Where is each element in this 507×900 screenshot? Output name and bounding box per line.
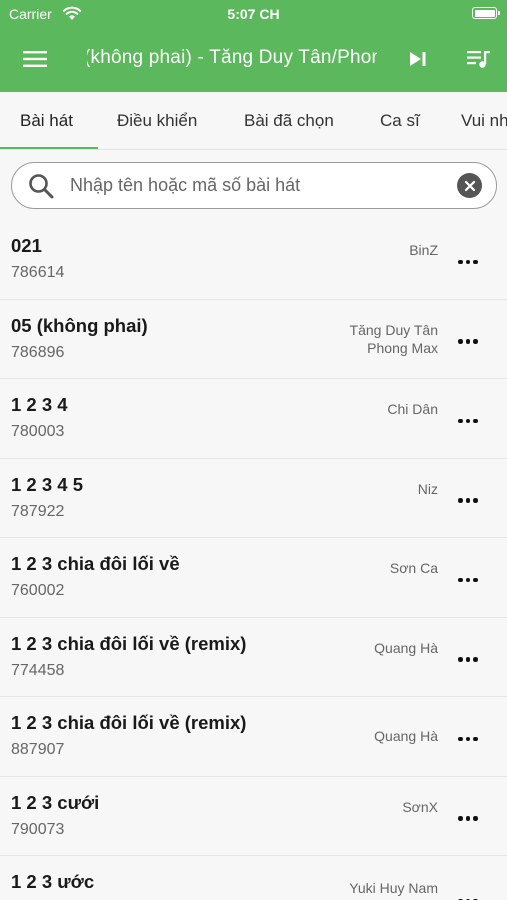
song-artist: Tăng Duy Tân Phong Max (349, 321, 438, 356)
tab-bar: Bài hát Điều khiển Bài đã chọn Ca sĩ Vui… (0, 92, 507, 150)
song-title: 1 2 3 4 5 (11, 473, 84, 495)
now-playing-title: (không phai) - Tăng Duy Tân/Phong Max (87, 47, 377, 68)
more-horizontal-icon (457, 251, 480, 269)
song-artist: Niz (417, 480, 438, 497)
tab-fun[interactable]: Vui nhộn (461, 111, 507, 131)
more-options-button[interactable] (450, 247, 486, 273)
song-title: 05 (không phai) (11, 314, 148, 336)
more-horizontal-icon (457, 890, 480, 900)
tab-singers[interactable]: Ca sĩ (380, 111, 420, 131)
song-row[interactable]: 1 2 3 4 5 787922 Niz (0, 458, 507, 538)
song-code: 887907 (11, 741, 65, 758)
song-artist: BinZ (409, 242, 438, 258)
song-title: 1 2 3 chia đôi lối về (remix) (11, 632, 247, 654)
song-title: 1 2 3 cưới (11, 791, 100, 813)
status-bar: Carrier 5:07 CH (0, 0, 507, 28)
more-horizontal-icon (457, 728, 480, 746)
song-title: 1 2 3 chia đôi lối về (remix) (11, 712, 247, 733)
song-title: 1 2 3 chia đôi lối về (11, 553, 180, 574)
clock: 5:07 CH (227, 6, 280, 22)
more-options-button[interactable] (450, 406, 486, 432)
song-title: 1 2 3 ước (11, 871, 95, 892)
song-code: 774458 (11, 661, 65, 679)
song-artist: Quang Hà (374, 639, 438, 656)
more-horizontal-icon (457, 490, 480, 508)
song-code: 786896 (11, 343, 65, 361)
song-code: 790073 (11, 820, 65, 838)
close-icon (464, 180, 475, 191)
clear-search-button[interactable] (457, 173, 482, 198)
song-list: 021 786614 BinZ 05 (không phai) 786896 T… (0, 220, 507, 900)
song-row[interactable]: 1 2 3 chia đôi lối về (remix) 774458 Qua… (0, 617, 507, 697)
song-row[interactable]: 1 2 3 chia đôi lối về (remix) 887907 Qua… (0, 697, 507, 777)
tab-songs[interactable]: Bài hát (20, 111, 73, 131)
nav-bar: (không phai) - Tăng Duy Tân/Phong Max (0, 28, 507, 92)
song-code: 786614 (11, 264, 65, 281)
song-title: 1 2 3 4 (11, 394, 68, 415)
song-code: 787922 (11, 502, 65, 520)
more-options-button[interactable] (450, 804, 486, 830)
more-options-button[interactable] (450, 645, 486, 671)
song-code: 760002 (11, 582, 65, 599)
menu-button[interactable] (16, 44, 54, 74)
next-song-button[interactable] (400, 44, 436, 74)
tab-controls[interactable]: Điều khiển (117, 111, 197, 131)
search-icon (29, 174, 54, 199)
more-horizontal-icon (457, 649, 480, 667)
song-artist: Sơn Ca (389, 560, 438, 576)
more-options-button[interactable] (450, 486, 486, 512)
search-box (11, 162, 497, 209)
more-options-button[interactable] (450, 886, 486, 900)
hamburger-icon (23, 51, 47, 67)
song-title: 021 (11, 235, 42, 256)
queue-button[interactable] (460, 44, 498, 74)
song-row[interactable]: 1 2 3 chia đôi lối về 760002 Sơn Ca (0, 538, 507, 618)
song-row[interactable]: 1 2 3 cưới 790073 SơnX (0, 776, 507, 856)
more-horizontal-icon (457, 410, 480, 428)
playlist-music-icon (467, 51, 490, 68)
more-options-button[interactable] (450, 327, 486, 353)
song-row[interactable]: 1 2 3 ước Yuki Huy Nam (0, 856, 507, 900)
battery-icon (472, 7, 500, 19)
song-row[interactable]: 1 2 3 4 780003 Chi Dân (0, 379, 507, 459)
search-area (0, 150, 507, 222)
song-row[interactable]: 05 (không phai) 786896 Tăng Duy Tân Phong… (0, 299, 507, 379)
now-playing-marquee: (không phai) - Tăng Duy Tân/Phong Max (87, 46, 377, 72)
more-horizontal-icon (457, 331, 480, 349)
tab-selected-songs[interactable]: Bài đã chọn (244, 111, 334, 131)
song-artist: Chi Dân (387, 401, 438, 417)
song-artist: Quang Hà (374, 728, 438, 744)
top-bar: Carrier 5:07 CH (không phai) - Tăng Duy … (0, 0, 507, 92)
more-options-button[interactable] (450, 565, 486, 591)
more-horizontal-icon (457, 808, 480, 826)
song-row[interactable]: 021 786614 BinZ (0, 220, 507, 300)
more-options-button[interactable] (450, 724, 486, 750)
song-code: 780003 (11, 423, 65, 440)
skip-next-icon (410, 52, 426, 66)
song-artist: SơnX (402, 798, 438, 815)
more-horizontal-icon (457, 569, 480, 587)
song-artist: Yuki Huy Nam (349, 880, 438, 896)
search-input[interactable] (70, 171, 450, 199)
app: Carrier 5:07 CH (không phai) - Tăng Duy … (0, 0, 507, 900)
